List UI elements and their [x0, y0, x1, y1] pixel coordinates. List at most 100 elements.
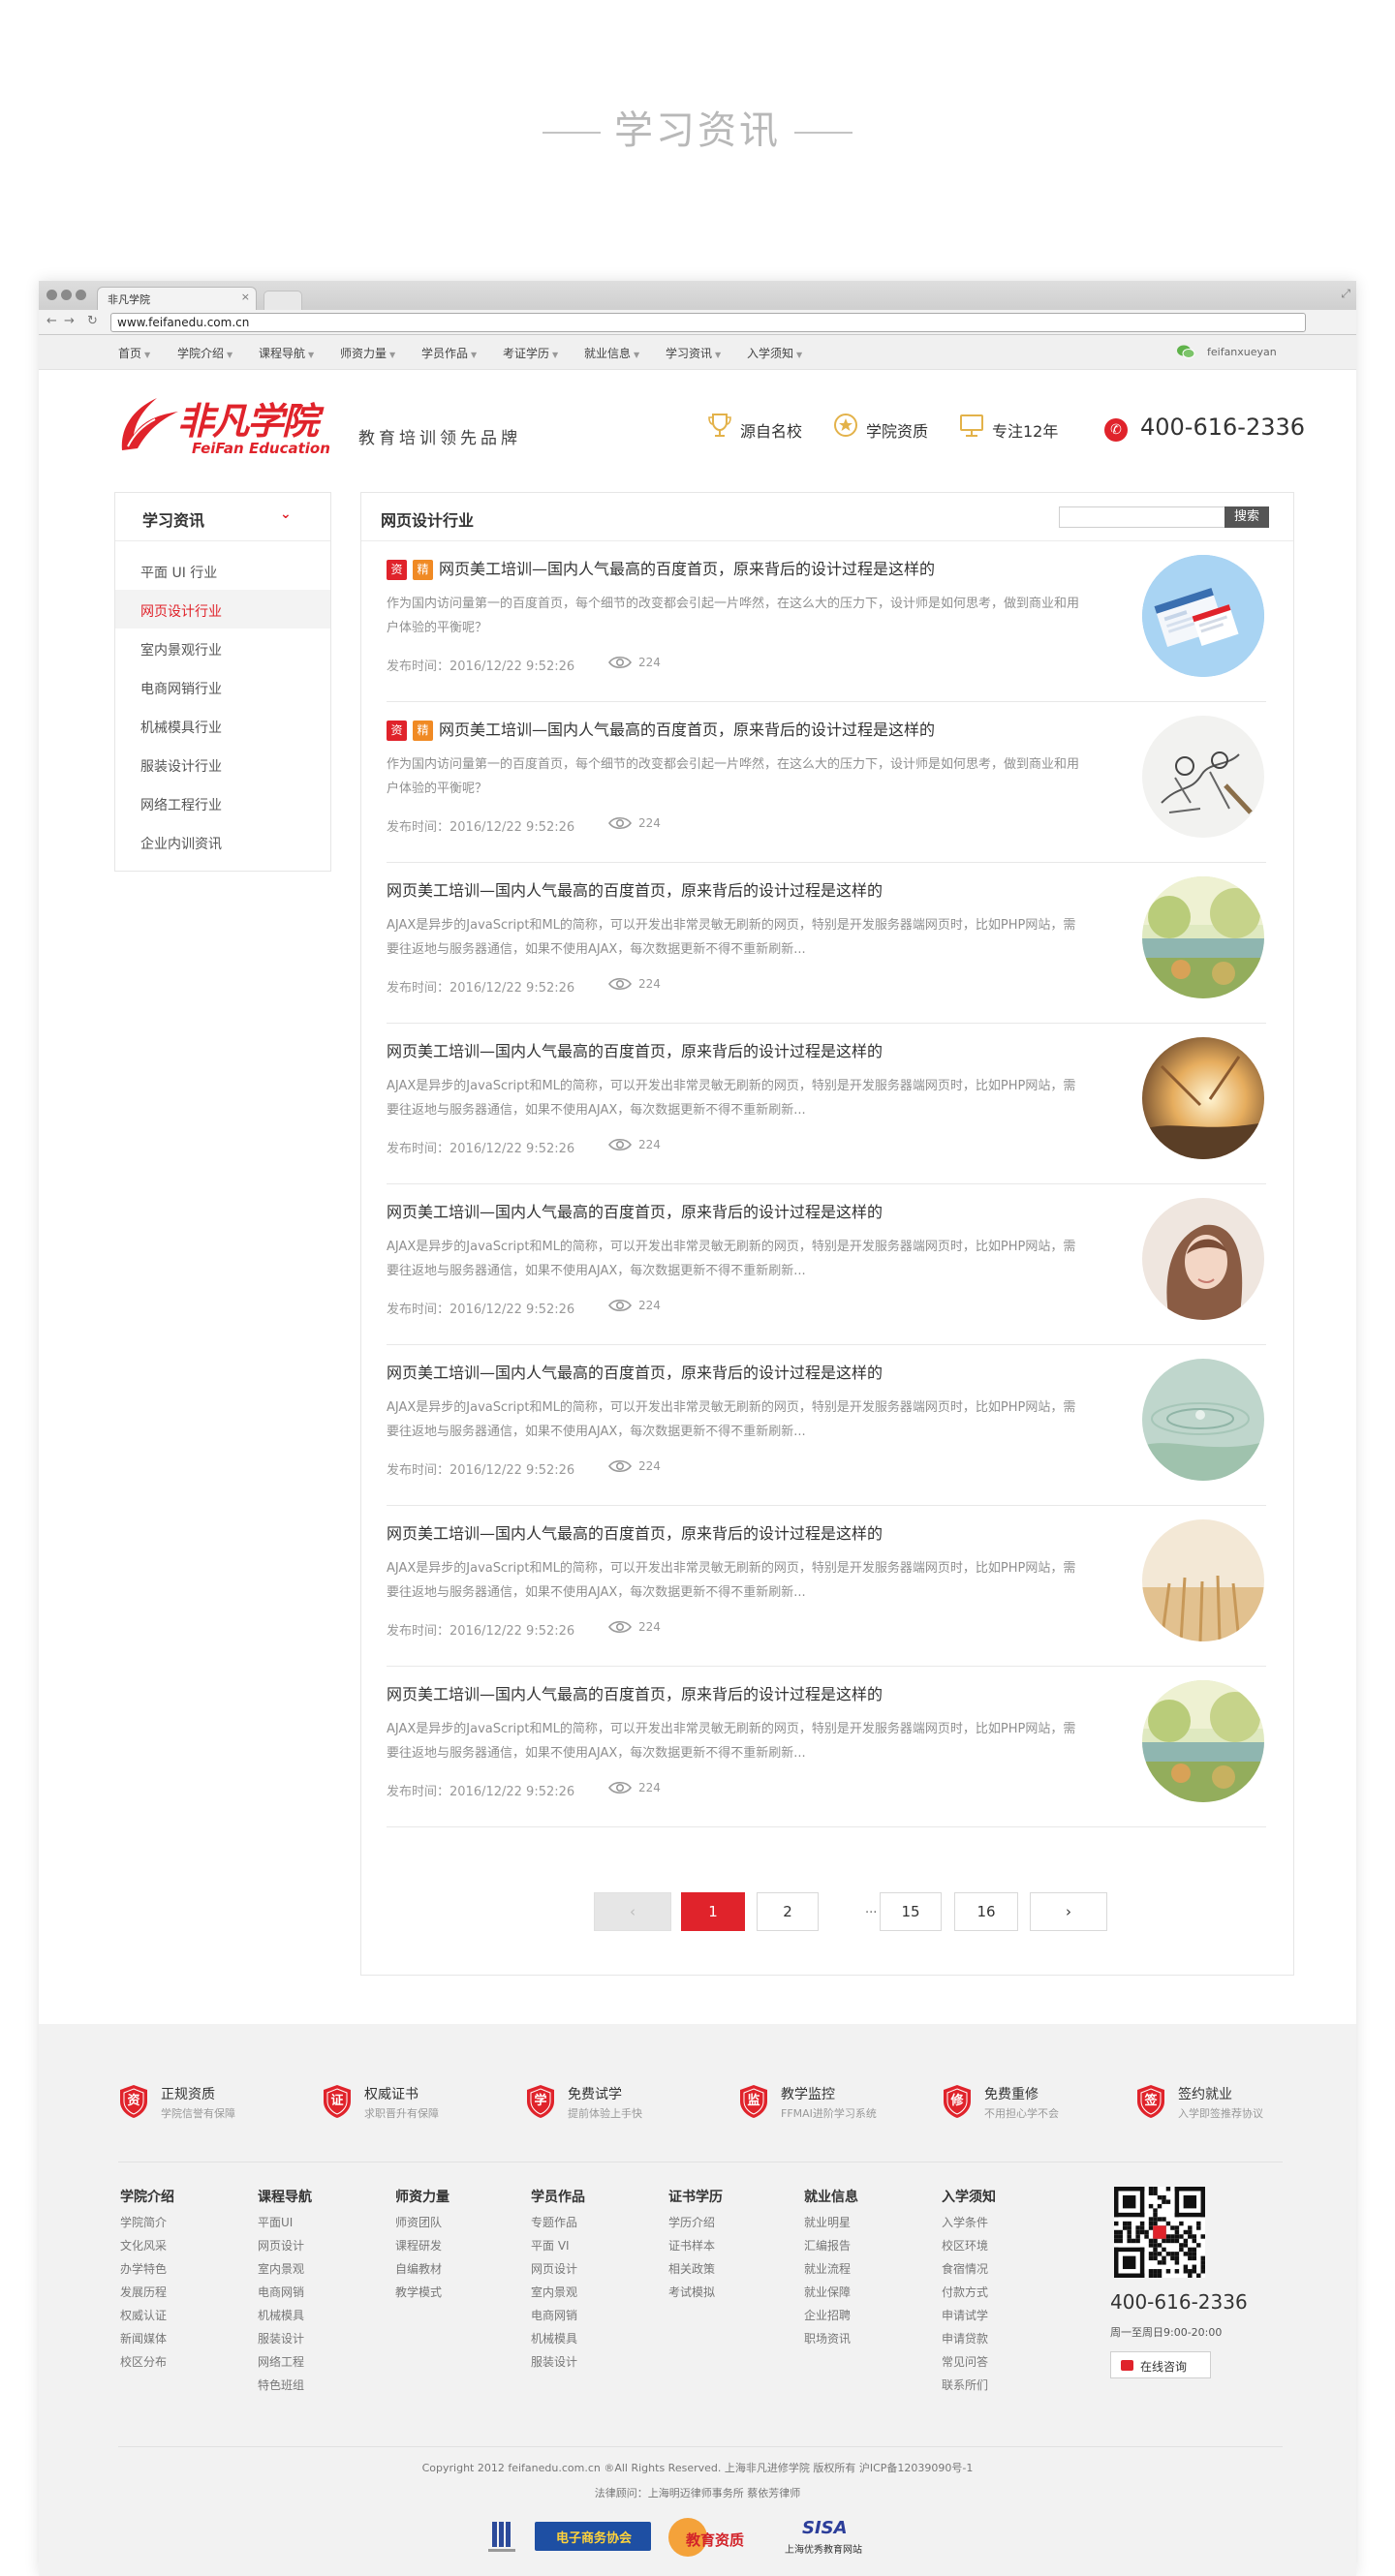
page-button[interactable]: 15 [880, 1892, 942, 1931]
footer-link[interactable]: 权威认证 [120, 2307, 174, 2330]
footer-link[interactable]: 服装设计 [258, 2330, 312, 2353]
next-page-button[interactable]: › [1030, 1892, 1107, 1931]
footer-link[interactable]: 网络工程 [258, 2353, 312, 2377]
footer-link[interactable]: 就业明星 [804, 2214, 858, 2237]
browser-tab[interactable]: 非凡学院 × [97, 287, 257, 310]
footer-link[interactable]: 企业招聘 [804, 2307, 858, 2330]
search-button[interactable]: 搜索 [1224, 506, 1269, 528]
sidebar-item[interactable]: 平面 UI 行业 [115, 551, 330, 590]
header-phone[interactable]: 400-616-2336 [1140, 414, 1305, 441]
nav-item-home[interactable]: 首页 ▼ [118, 345, 150, 361]
article-thumbnail[interactable] [1142, 555, 1264, 677]
article-thumbnail[interactable] [1142, 876, 1264, 998]
tab-close-icon[interactable]: × [241, 291, 250, 303]
article-item[interactable]: 网页美工培训—国内人气最高的百度首页，原来背后的设计过程是这样的 AJAX是异步的… [387, 1667, 1266, 1827]
footer-link[interactable]: 室内景观 [531, 2284, 585, 2307]
page-button[interactable]: 16 [954, 1892, 1018, 1931]
online-consult-button[interactable]: 在线咨询 [1110, 2351, 1211, 2378]
article-title[interactable]: 网页美工培训—国内人气最高的百度首页，原来背后的设计过程是这样的 [387, 1520, 883, 1544]
footer-link[interactable]: 机械模具 [531, 2330, 585, 2353]
sidebar-item[interactable]: 电商网销行业 [115, 667, 330, 706]
footer-link[interactable]: 就业流程 [804, 2260, 858, 2284]
education-qualification-badge[interactable]: 教育资质 [668, 2518, 754, 2557]
footer-link[interactable]: 网页设计 [531, 2260, 585, 2284]
article-item[interactable]: 网页美工培训—国内人气最高的百度首页，原来背后的设计过程是这样的 AJAX是异步的… [387, 1506, 1266, 1667]
nav-item-admission[interactable]: 入学须知 ▼ [747, 345, 802, 361]
footer-link[interactable]: 就业保障 [804, 2284, 858, 2307]
footer-link[interactable]: 平面 VI [531, 2237, 585, 2260]
footer-link[interactable]: 常见问答 [942, 2353, 996, 2377]
footer-link[interactable]: 申请贷款 [942, 2330, 996, 2353]
footer-link[interactable]: 入学条件 [942, 2214, 996, 2237]
certificate-seal-icon[interactable] [482, 2518, 521, 2557]
footer-link[interactable]: 电商网销 [258, 2284, 312, 2307]
window-max-dot[interactable] [76, 290, 86, 300]
footer-link[interactable]: 新闻媒体 [120, 2330, 174, 2353]
logo-leaf-icon[interactable] [114, 392, 182, 454]
sidebar-item[interactable]: 企业内训资讯 [115, 822, 330, 861]
footer-link[interactable]: 联系所们 [942, 2377, 996, 2400]
footer-link[interactable]: 职场资讯 [804, 2330, 858, 2353]
article-thumbnail[interactable] [1142, 1359, 1264, 1481]
nav-item-teachers[interactable]: 师资力量 ▼ [340, 345, 395, 361]
footer-link[interactable]: 办学特色 [120, 2260, 174, 2284]
article-thumbnail[interactable] [1142, 1519, 1264, 1641]
new-tab-button[interactable] [264, 291, 302, 310]
footer-link[interactable]: 相关政策 [668, 2260, 723, 2284]
article-item[interactable]: 网页美工培训—国内人气最高的百度首页，原来背后的设计过程是这样的 AJAX是异步的… [387, 1024, 1266, 1184]
url-input[interactable]: www.feifanedu.com.cn [110, 313, 1306, 332]
nav-item-certificates[interactable]: 考证学历 ▼ [503, 345, 558, 361]
article-title[interactable]: 网页美工培训—国内人气最高的百度首页，原来背后的设计过程是这样的 [387, 1360, 883, 1383]
footer-link[interactable]: 汇编报告 [804, 2237, 858, 2260]
article-title[interactable]: 资精网页美工培训—国内人气最高的百度首页，原来背后的设计过程是这样的 [387, 717, 935, 741]
footer-link[interactable]: 学院简介 [120, 2214, 174, 2237]
footer-phone[interactable]: 400-616-2336 [1110, 2290, 1248, 2314]
footer-link[interactable]: 师资团队 [395, 2214, 450, 2237]
footer-link[interactable]: 付款方式 [942, 2284, 996, 2307]
sidebar-item[interactable]: 服装设计行业 [115, 745, 330, 783]
footer-link[interactable]: 证书样本 [668, 2237, 723, 2260]
article-title[interactable]: 网页美工培训—国内人气最高的百度首页，原来背后的设计过程是这样的 [387, 1199, 883, 1222]
sisa-badge[interactable]: SISA 上海优秀教育网站 [785, 2518, 878, 2557]
reload-icon[interactable]: ↻ [87, 314, 98, 328]
footer-link[interactable]: 课程研发 [395, 2237, 450, 2260]
window-close-dot[interactable] [46, 290, 57, 300]
footer-link[interactable]: 室内景观 [258, 2260, 312, 2284]
footer-link[interactable]: 机械模具 [258, 2307, 312, 2330]
wechat-icon[interactable] [1176, 344, 1195, 359]
ecommerce-association-badge[interactable]: 电子商务协会 [535, 2522, 651, 2551]
footer-link[interactable]: 学历介绍 [668, 2214, 723, 2237]
article-item[interactable]: 网页美工培训—国内人气最高的百度首页，原来背后的设计过程是这样的 AJAX是异步的… [387, 863, 1266, 1024]
nav-item-courses[interactable]: 课程导航 ▼ [259, 345, 314, 361]
window-min-dot[interactable] [61, 290, 72, 300]
article-item[interactable]: 网页美工培训—国内人气最高的百度首页，原来背后的设计过程是这样的 AJAX是异步的… [387, 1345, 1266, 1506]
article-title[interactable]: 网页美工培训—国内人气最高的百度首页，原来背后的设计过程是这样的 [387, 877, 883, 901]
footer-link[interactable]: 电商网销 [531, 2307, 585, 2330]
article-title[interactable]: 资精网页美工培训—国内人气最高的百度首页，原来背后的设计过程是这样的 [387, 556, 935, 580]
page-button-current[interactable]: 1 [681, 1892, 745, 1931]
footer-link[interactable]: 特色班组 [258, 2377, 312, 2400]
footer-link[interactable]: 专题作品 [531, 2214, 585, 2237]
footer-link[interactable]: 服装设计 [531, 2353, 585, 2377]
article-title[interactable]: 网页美工培训—国内人气最高的百度首页，原来背后的设计过程是这样的 [387, 1038, 883, 1061]
article-thumbnail[interactable] [1142, 716, 1264, 838]
footer-link[interactable]: 自编教材 [395, 2260, 450, 2284]
article-title[interactable]: 网页美工培训—国内人气最高的百度首页，原来背后的设计过程是这样的 [387, 1681, 883, 1704]
logo-text[interactable]: 非凡学院 [177, 391, 319, 445]
back-icon[interactable]: ← [46, 314, 57, 328]
article-thumbnail[interactable] [1142, 1198, 1264, 1320]
nav-item-works[interactable]: 学员作品 ▼ [421, 345, 477, 361]
forward-icon[interactable]: → [64, 314, 75, 328]
nav-item-jobs[interactable]: 就业信息 ▼ [584, 345, 639, 361]
nav-item-about[interactable]: 学院介绍 ▼ [177, 345, 232, 361]
footer-link[interactable]: 教学模式 [395, 2284, 450, 2307]
footer-link[interactable]: 考试模拟 [668, 2284, 723, 2307]
nav-item-news[interactable]: 学习资讯 ▼ [666, 345, 721, 361]
fullscreen-icon[interactable]: ⤢ [1341, 287, 1350, 301]
article-item[interactable]: 资精网页美工培训—国内人气最高的百度首页，原来背后的设计过程是这样的 作为国内访问… [387, 702, 1266, 863]
footer-link[interactable]: 校区分布 [120, 2353, 174, 2377]
sidebar-item[interactable]: 网络工程行业 [115, 783, 330, 822]
footer-link[interactable]: 平面UI [258, 2214, 312, 2237]
footer-link[interactable]: 文化风采 [120, 2237, 174, 2260]
footer-link[interactable]: 校区环境 [942, 2237, 996, 2260]
